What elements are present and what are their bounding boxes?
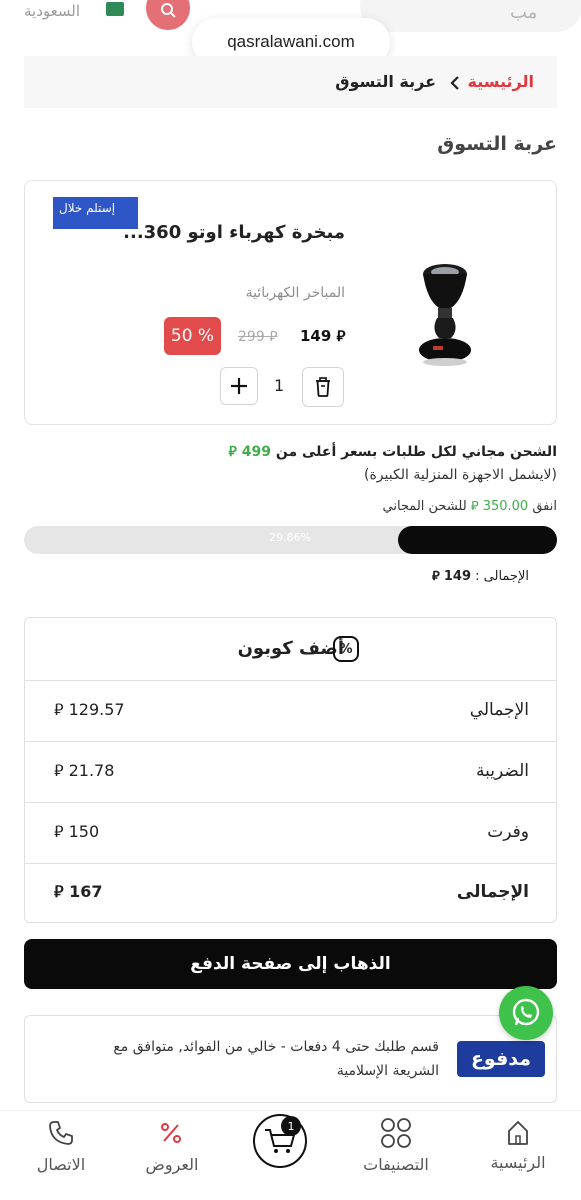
riyal-icon: ⃁ — [54, 882, 70, 901]
summary-label-saved: وفرت — [487, 822, 529, 842]
progress-label: 29.86% — [269, 531, 311, 544]
summary-value-subtotal: ⃁ 129.57 — [54, 700, 125, 720]
riyal-icon: ⃁ — [54, 822, 69, 841]
quantity-value: 1 — [274, 376, 285, 395]
summary-value-total: ⃁ 167 — [54, 882, 102, 902]
quantity-increase-button[interactable] — [220, 367, 258, 405]
installment-text: قسم طلبك حتى 4 دفعات - خالي من الفوائد, … — [113, 1039, 439, 1079]
summary-value-saved: ⃁ 150 — [54, 822, 99, 842]
free-shipping-text: الشحن مجاني لكل طلبات بسعر أعلى من — [275, 444, 557, 460]
free-shipping-exclusion: (لايشمل الاجهزة المنزلية الكبيرة) — [364, 467, 557, 483]
chevron-left-icon — [449, 75, 461, 95]
progress-fill — [398, 526, 557, 554]
riyal-icon: ⃁ — [431, 569, 440, 584]
product-price: 149 ⃁ — [300, 327, 345, 346]
tax-amount: 21.78 — [68, 761, 115, 780]
riyal-icon: ⃁ — [470, 499, 479, 514]
madfu-logo: مدفوع — [457, 1041, 545, 1077]
spend-suffix: للشحن المجاني — [382, 499, 467, 514]
subtotal-amount: 129.57 — [68, 700, 125, 719]
price-value: 149 — [300, 327, 332, 345]
cart-total-small: الإجمالى : 149 ⃁ — [432, 567, 529, 584]
riyal-icon: ⃁ — [336, 327, 346, 345]
nav-contact[interactable]: الاتصال — [22, 1155, 100, 1174]
free-shipping-threshold: 499 — [241, 444, 271, 460]
summary-label-subtotal: الإجمالي — [469, 700, 529, 720]
free-shipping-notice: الشحن مجاني لكل طلبات بسعر أعلى من 499 ⃁ — [229, 442, 557, 460]
riyal-icon: ⃁ — [54, 761, 69, 780]
add-coupon-button[interactable]: أضف كوبون — [238, 638, 344, 659]
search-field[interactable] — [360, 0, 581, 32]
product-name[interactable]: مبخرة كهرباء اوتو 360... — [123, 222, 345, 243]
search-text: مب — [510, 2, 538, 23]
offers-icon — [158, 1120, 184, 1146]
product-image[interactable] — [405, 260, 485, 370]
trash-icon — [316, 377, 330, 397]
nav-home[interactable]: الرئيسية — [482, 1153, 554, 1172]
total-label: الإجمالى : — [475, 569, 529, 584]
total-amount: 167 — [69, 882, 103, 901]
page-title: عربة التسوق — [437, 133, 557, 155]
riyal-icon: ⃁ — [54, 700, 69, 719]
breadcrumb-current: عربة التسوق — [335, 72, 436, 91]
percent-icon: % — [333, 636, 359, 662]
spend-more-notice: انفق 350.00 ⃁ للشحن المجاني — [383, 497, 558, 514]
phone-icon — [46, 1118, 76, 1148]
product-category: المباخر الكهربائية — [245, 285, 345, 301]
spend-amount: 350.00 — [482, 499, 529, 514]
old-price-value: 299 — [238, 329, 265, 345]
saved-amount: 150 — [68, 822, 100, 841]
spend-prefix: انفق — [532, 499, 557, 514]
checkout-button[interactable]: الذهاب إلى صفحة الدفع — [24, 939, 557, 989]
whatsapp-button[interactable] — [499, 986, 553, 1040]
categories-icon — [378, 1116, 414, 1150]
cart-count-badge: 1 — [281, 1116, 301, 1136]
saudi-flag-icon — [106, 2, 124, 16]
nav-categories[interactable]: التصنيفات — [351, 1155, 441, 1174]
plus-icon — [231, 378, 247, 394]
riyal-icon: ⃁ — [228, 444, 237, 460]
remove-item-button[interactable] — [302, 367, 344, 407]
nav-offers[interactable]: العروض — [132, 1155, 212, 1174]
product-old-price: 299 ⃁ — [238, 327, 278, 345]
discount-badge: 50 % — [164, 317, 221, 355]
summary-divider — [25, 802, 556, 863]
country-selector[interactable]: السعودية — [24, 2, 80, 20]
search-icon — [161, 3, 176, 18]
summary-label-tax: الضريبة — [475, 761, 529, 781]
whatsapp-icon — [512, 998, 540, 1026]
total-value: 149 — [443, 569, 471, 584]
breadcrumb-home-link[interactable]: الرئيسية — [468, 72, 535, 91]
summary-value-tax: ⃁ 21.78 — [54, 761, 114, 781]
riyal-icon: ⃁ — [269, 329, 278, 345]
home-icon — [505, 1118, 531, 1148]
free-shipping-progress: 29.86% — [24, 526, 557, 554]
summary-label-total: الإجمالى — [456, 882, 529, 902]
